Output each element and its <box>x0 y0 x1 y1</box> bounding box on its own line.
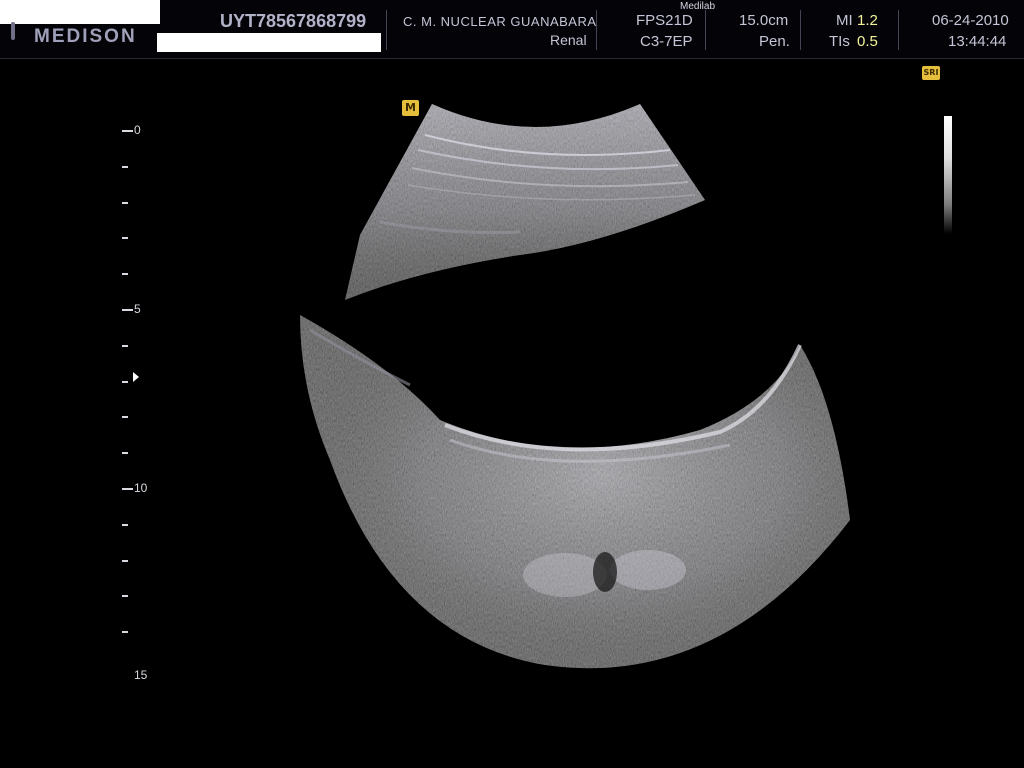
ruler-tick <box>122 309 133 311</box>
ruler-tick <box>122 237 128 240</box>
exam-preset: Renal <box>550 32 587 48</box>
ruler-depth-label: 0 <box>134 123 141 137</box>
ruler-tick <box>122 559 128 562</box>
probe-model: C3-7EP <box>640 33 693 50</box>
grayscale-bar <box>944 116 952 234</box>
info-header: MEDISON UYT78567868799 C. M. NUCLEAR GUA… <box>0 0 1024 59</box>
ruler-tick <box>122 523 128 526</box>
ruler-tick <box>122 273 128 276</box>
exam-date: 06-24-2010 <box>932 12 1009 29</box>
mi-value: 1.2 <box>857 12 878 29</box>
header-divider <box>898 10 899 50</box>
mi-label: MI <box>836 12 853 29</box>
ruler-depth-label: 10 <box>134 481 148 495</box>
depth-setting: 15.0cm <box>739 12 789 29</box>
header-divider <box>800 10 801 50</box>
facility-name: C. M. NUCLEAR GUANABARA <box>403 14 597 29</box>
orientation-marker: M <box>402 100 419 116</box>
ruler-depth-label: 5 <box>134 302 141 316</box>
redacted-patient-name <box>0 0 160 24</box>
tis-label: TIs <box>829 33 850 50</box>
ruler-tick <box>122 201 128 204</box>
brand-mark-icon <box>11 22 15 40</box>
redacted-patient-info <box>157 33 381 52</box>
header-divider <box>705 10 706 50</box>
ruler-tick <box>122 416 128 419</box>
ruler-depth-label: 15 <box>134 668 148 682</box>
depth-ruler: 0 5 10 15 <box>118 120 168 682</box>
focus-marker-icon <box>133 372 139 383</box>
ruler-tick <box>122 595 128 598</box>
watermark-label: Medilab <box>680 1 716 12</box>
ruler-tick <box>122 380 128 383</box>
ruler-tick <box>122 344 128 347</box>
ruler-tick <box>122 631 128 634</box>
ruler-tick <box>122 130 133 132</box>
patient-id: UYT78567868799 <box>220 11 367 31</box>
deep-field-echo <box>300 315 850 669</box>
frame-mode: FPS21D <box>636 12 693 29</box>
ultrasound-screen: MEDISON UYT78567868799 C. M. NUCLEAR GUA… <box>0 0 1024 768</box>
exam-time: 13:44:44 <box>948 33 1007 50</box>
frequency-mode: Pen. <box>759 33 790 50</box>
ruler-tick <box>122 165 128 168</box>
header-divider <box>386 10 387 50</box>
near-field-echo <box>345 104 705 300</box>
ruler-tick <box>122 452 128 455</box>
ruler-tick <box>122 488 133 490</box>
brand-logo: MEDISON <box>34 26 137 47</box>
tis-value: 0.5 <box>857 33 878 50</box>
sri-badge: SRI <box>922 66 940 80</box>
